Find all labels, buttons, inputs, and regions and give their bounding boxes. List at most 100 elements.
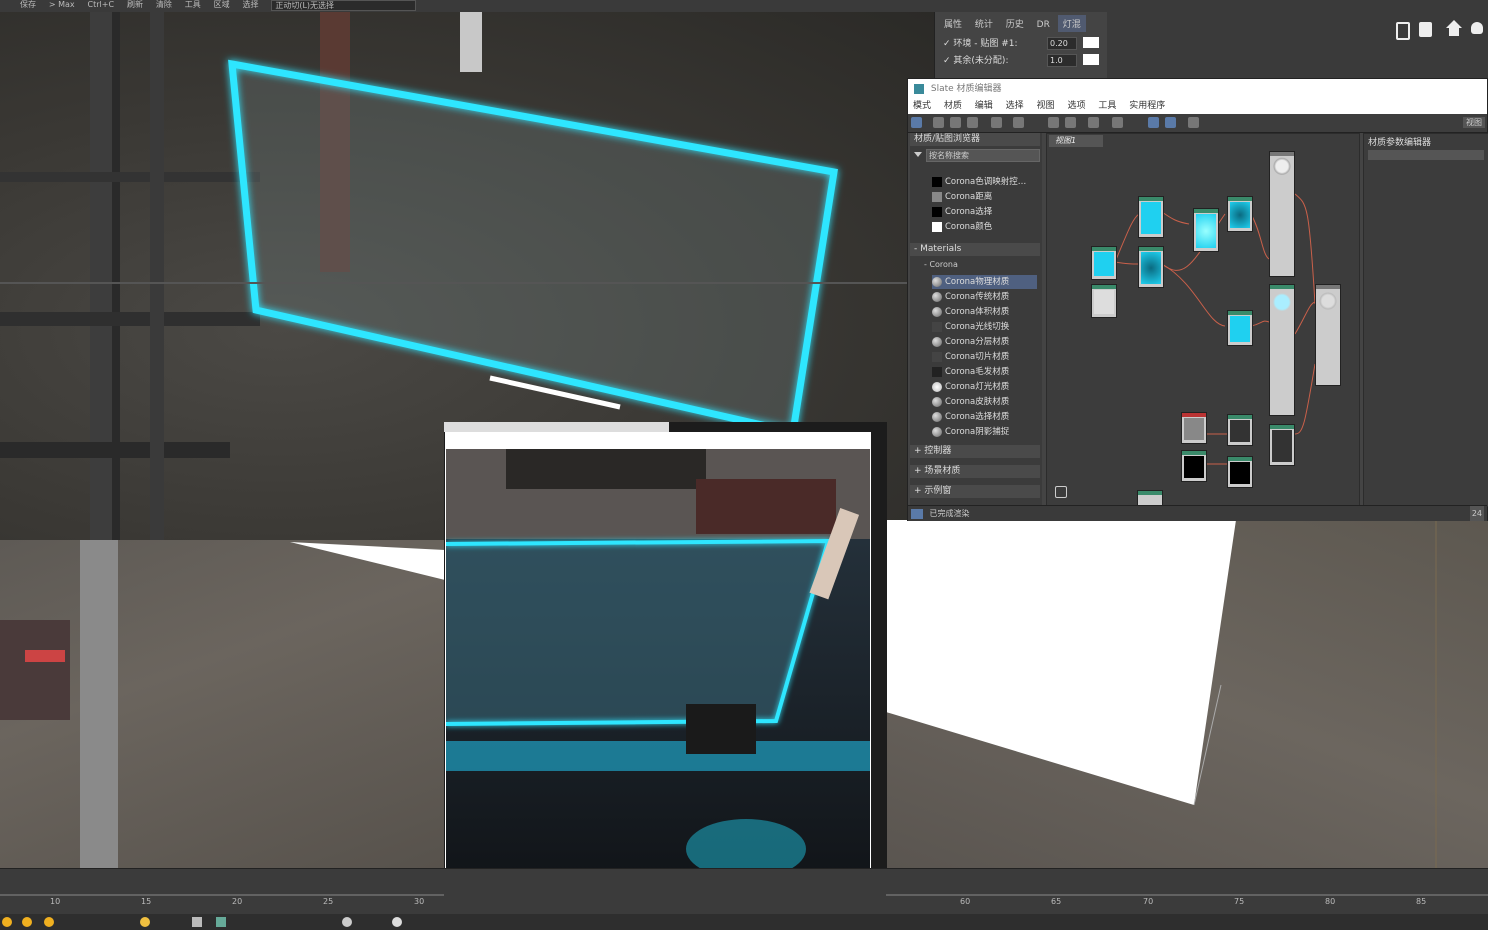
render-icon[interactable]	[1419, 22, 1432, 37]
teapot-icon[interactable]	[392, 917, 402, 927]
toolbar-item[interactable]: 选择	[242, 0, 258, 10]
list-item[interactable]: Corona物理材质	[932, 275, 1037, 289]
node-cyan-gradient[interactable]	[1138, 246, 1164, 288]
toolbar-item[interactable]: 刷新	[127, 0, 143, 10]
list-item[interactable]: Corona选择	[932, 205, 1037, 219]
toolbar-item[interactable]: 区域	[214, 0, 230, 10]
show-background-icon[interactable]	[1065, 117, 1076, 128]
list-item[interactable]: Corona切片材质	[932, 350, 1037, 364]
sun-icon[interactable]	[140, 917, 150, 927]
node-cyan-gradient[interactable]	[1227, 196, 1253, 232]
collapse-arrow-icon[interactable]	[914, 152, 922, 157]
lock-icon[interactable]	[1188, 117, 1199, 128]
list-item[interactable]: Corona距离	[932, 190, 1037, 204]
list-item[interactable]: Corona灯光材质	[932, 380, 1037, 394]
layout-icon[interactable]	[1088, 117, 1099, 128]
tab-lightmix[interactable]: 灯混	[1057, 15, 1086, 32]
move-children-icon[interactable]	[1013, 117, 1024, 128]
menu-view[interactable]: 视图	[1037, 101, 1055, 111]
tab-stats[interactable]: 统计	[970, 15, 998, 32]
list-item[interactable]: Corona皮肤材质	[932, 395, 1037, 409]
list-item[interactable]: Corona颜色	[932, 220, 1037, 234]
menu-utilities[interactable]: 实用程序	[1129, 101, 1165, 111]
pick-material-icon[interactable]	[933, 117, 944, 128]
home-icon[interactable]	[1446, 20, 1462, 28]
reference-video-overlay[interactable]	[444, 422, 887, 930]
script-icon[interactable]	[1396, 22, 1410, 40]
timeline[interactable]: 10 15 20 25 30 60 65 70 75 80 85	[0, 868, 1488, 915]
node-dark-map[interactable]	[1227, 414, 1253, 446]
put-material-icon[interactable]	[950, 117, 961, 128]
section-sample-slots[interactable]: + 示例窗	[910, 485, 1040, 498]
node-black-map[interactable]	[1227, 456, 1253, 488]
delete-icon[interactable]	[991, 117, 1002, 128]
node-black-map[interactable]	[1181, 450, 1207, 482]
assign-material-icon[interactable]	[967, 117, 978, 128]
toggle-browser-icon[interactable]	[1148, 117, 1159, 128]
menu-tools[interactable]: 工具	[1098, 101, 1116, 111]
checkbox-env[interactable]: ✓	[943, 39, 951, 49]
navigation-icon[interactable]	[1055, 486, 1067, 498]
list-item[interactable]: Corona体积材质	[932, 305, 1037, 319]
tab-properties[interactable]: 属性	[939, 15, 967, 32]
tab-dr[interactable]: DR	[1032, 18, 1055, 32]
teapot-icon[interactable]	[1471, 22, 1483, 34]
menu-options[interactable]: 选项	[1067, 101, 1085, 111]
param-field[interactable]	[1368, 150, 1484, 160]
node-material-tall[interactable]	[1269, 151, 1295, 277]
inset-top-strip	[444, 422, 669, 432]
tab-history[interactable]: 历史	[1001, 15, 1029, 32]
slate-titlebar[interactable]: Slate 材质编辑器	[908, 79, 1487, 99]
menu-material[interactable]: 材质	[944, 101, 962, 111]
search-field[interactable]: 按名称搜索	[926, 149, 1040, 162]
menu-edit[interactable]: 编辑	[975, 101, 993, 111]
list-item[interactable]: Corona阴影捕捉	[932, 425, 1037, 439]
section-scene-materials[interactable]: + 场景材质	[910, 465, 1040, 478]
layout-children-icon[interactable]	[1112, 117, 1123, 128]
materials-header[interactable]: - Materials	[910, 243, 1040, 256]
selection-dropdown[interactable]: 正动切(L)无选择	[271, 0, 417, 11]
node-dark-material[interactable]	[1269, 424, 1295, 466]
list-item[interactable]: Corona选择材质	[932, 410, 1037, 424]
list-item[interactable]: Corona传统材质	[932, 290, 1037, 304]
geometry-icon[interactable]	[192, 917, 202, 927]
toolbar-item[interactable]: 保存	[20, 0, 36, 10]
tick-label: 60	[960, 897, 971, 906]
node-gray-map[interactable]	[1181, 412, 1207, 444]
menu-select[interactable]: 选择	[1006, 101, 1024, 111]
node-partial[interactable]	[1137, 490, 1163, 506]
toolbar-item[interactable]: 清除	[156, 0, 172, 10]
toolbar-item[interactable]: > Max	[49, 0, 75, 10]
node-cyan-map[interactable]	[1227, 310, 1253, 346]
toggle-params-icon[interactable]	[1165, 117, 1176, 128]
list-item[interactable]: Corona毛发材质	[932, 365, 1037, 379]
list-item[interactable]: Corona光线切换	[932, 320, 1037, 334]
node-cyan-map[interactable]	[1091, 246, 1117, 280]
shape-icon[interactable]	[216, 917, 226, 927]
node-material-sphere[interactable]	[1269, 284, 1295, 416]
show-map-icon[interactable]	[1048, 117, 1059, 128]
toolbar-item[interactable]: Ctrl+C	[88, 0, 115, 10]
light-icon[interactable]	[44, 917, 54, 927]
corona-header[interactable]: - Corona	[924, 260, 958, 269]
sphere-icon[interactable]	[342, 917, 352, 927]
node-material-output[interactable]	[1315, 284, 1341, 386]
checkbox-rest[interactable]: ✓	[943, 56, 951, 66]
toolbar-item[interactable]: 工具	[185, 0, 201, 10]
node-view[interactable]: 视图1	[1046, 133, 1360, 507]
list-item[interactable]: Corona分层材质	[932, 335, 1037, 349]
env-value-1[interactable]: 0.20	[1047, 37, 1077, 50]
view-tab-right[interactable]: 视图	[1463, 117, 1485, 128]
select-tool-icon[interactable]	[911, 117, 922, 128]
section-controllers[interactable]: + 控制器	[910, 445, 1040, 458]
menu-mode[interactable]: 模式	[913, 101, 931, 111]
list-item[interactable]: Corona色调映射控…	[932, 175, 1037, 189]
node-noise-map[interactable]	[1091, 284, 1117, 318]
env-color-swatch-2[interactable]	[1083, 54, 1099, 65]
node-cyan-map[interactable]	[1138, 196, 1164, 238]
env-value-2[interactable]: 1.0	[1047, 54, 1077, 67]
node-cyan-glow[interactable]	[1193, 208, 1219, 252]
light-icon[interactable]	[22, 917, 32, 927]
env-color-swatch-1[interactable]	[1083, 37, 1099, 48]
light-icon[interactable]	[2, 917, 12, 927]
